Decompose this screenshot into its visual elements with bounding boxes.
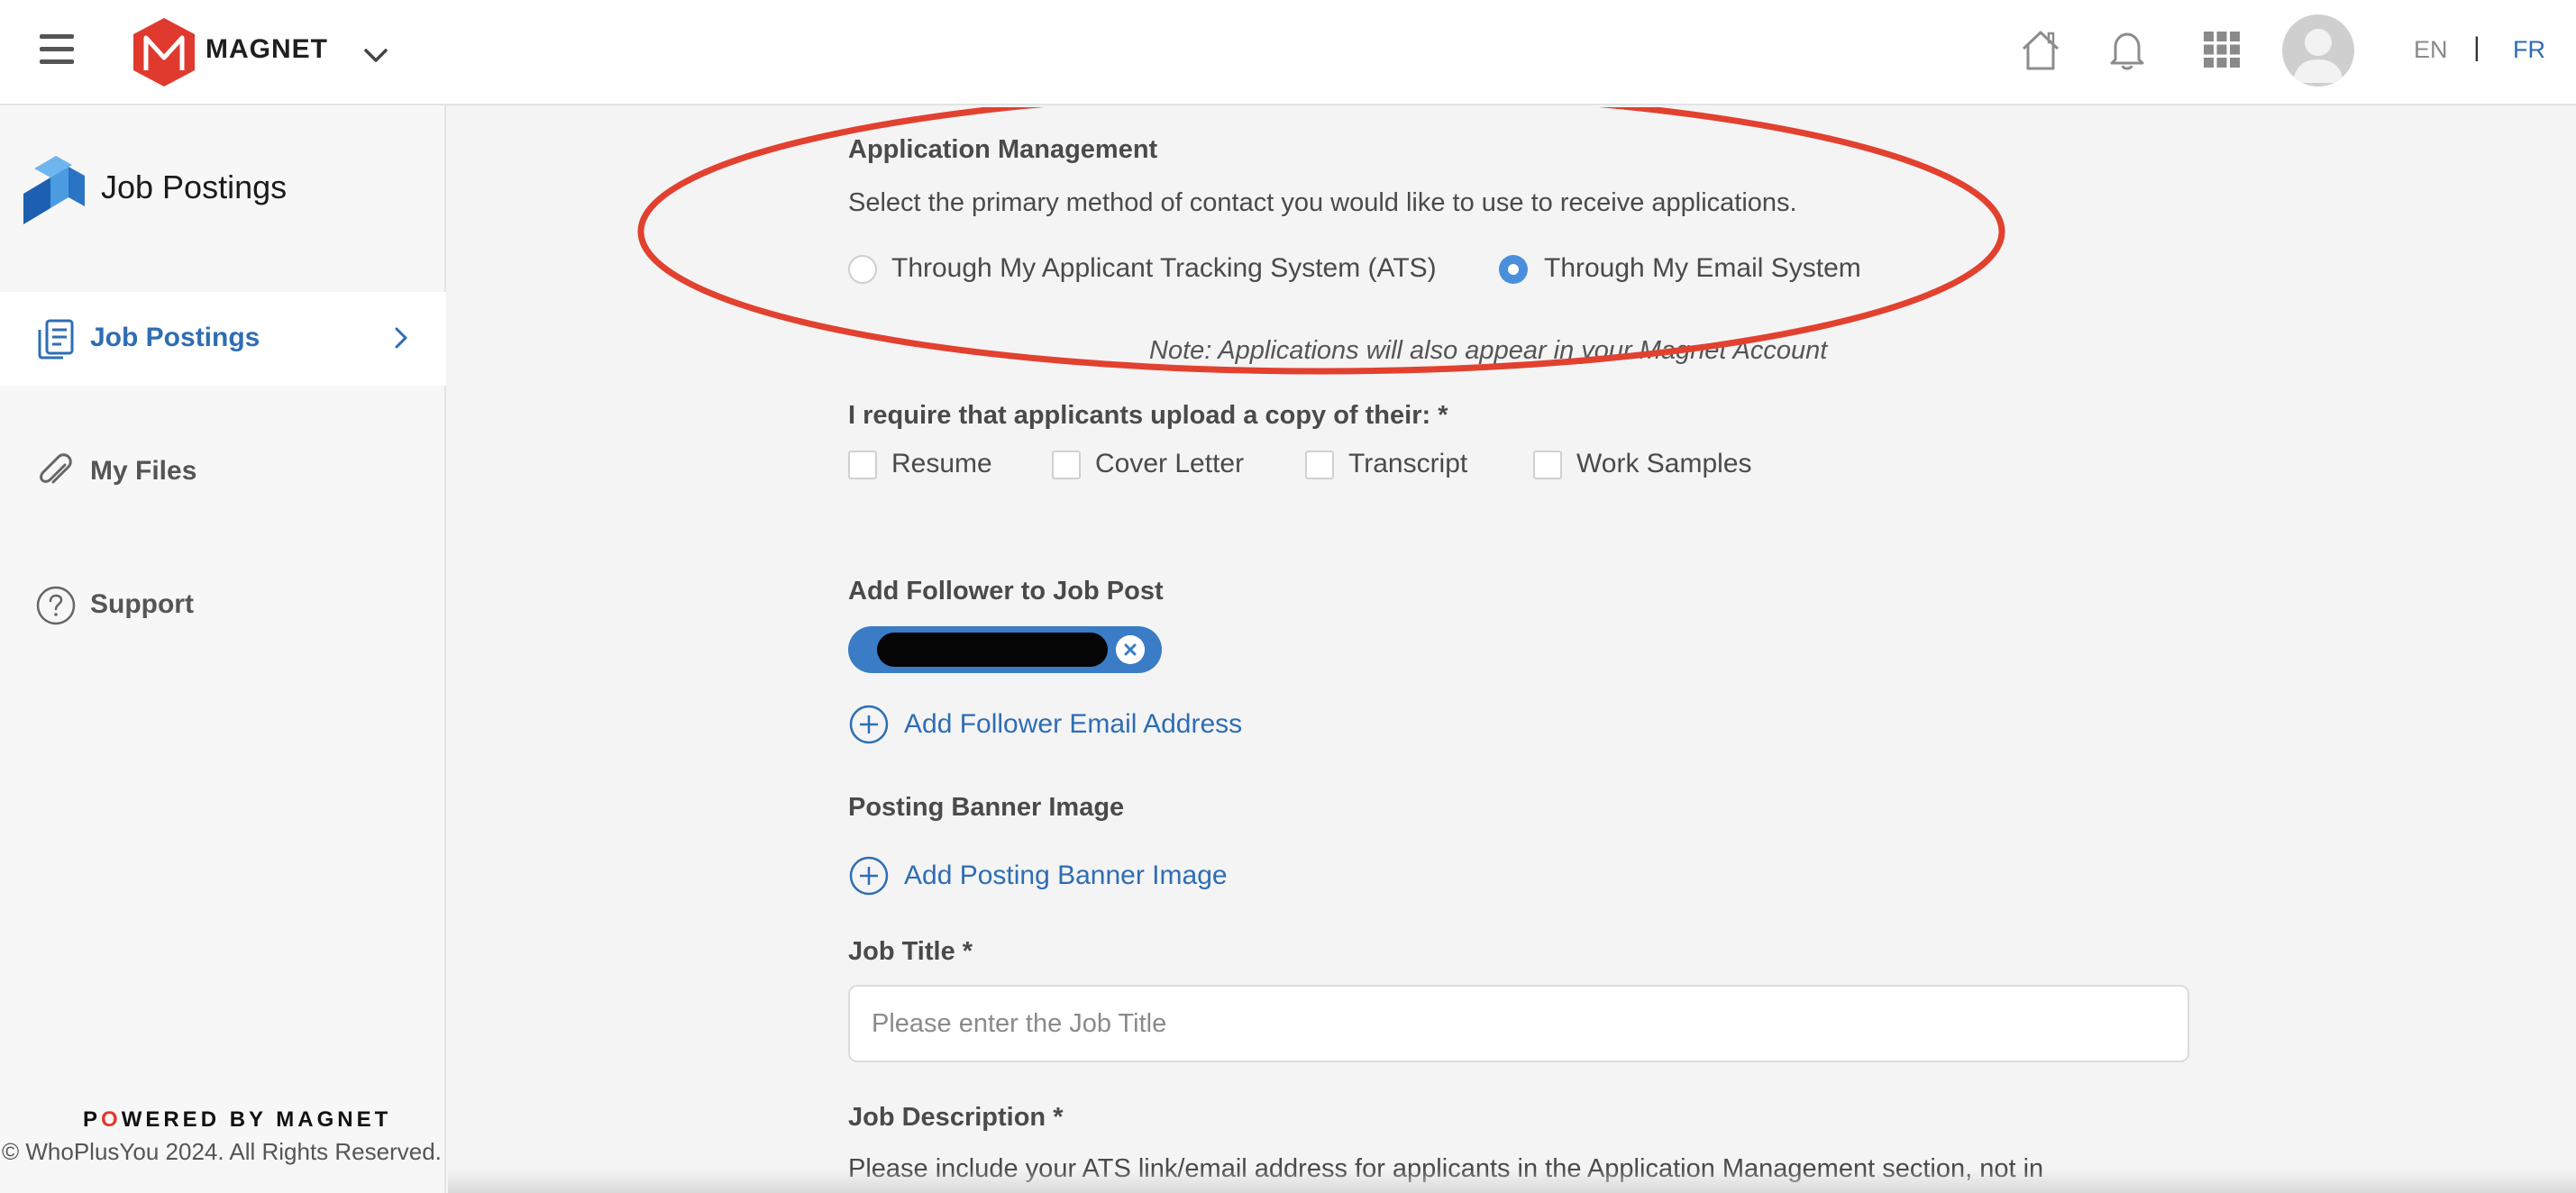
add-follower-email-label: Add Follower Email Address xyxy=(904,709,1243,739)
sidebar-item-support[interactable]: Support xyxy=(0,559,446,652)
job-title-heading: Job Title * xyxy=(848,937,973,966)
checkbox-resume[interactable] xyxy=(848,451,877,479)
radio-ats-label[interactable]: Through My Applicant Tracking System (AT… xyxy=(891,253,1437,284)
user-silhouette-icon xyxy=(2293,29,2343,83)
avatar[interactable] xyxy=(2282,14,2354,87)
brand-name[interactable]: MAGNET xyxy=(206,34,328,65)
sidebar-item-label: Job Postings xyxy=(90,323,260,352)
application-management-description: Select the primary method of contact you… xyxy=(848,188,1797,217)
add-circle-icon xyxy=(849,856,889,896)
add-circle-icon xyxy=(849,705,889,744)
sidebar-item-my-files[interactable]: My Files xyxy=(0,425,446,519)
remove-follower-icon[interactable] xyxy=(1116,635,1145,664)
home-icon[interactable] xyxy=(2016,25,2065,74)
scroll-fade xyxy=(448,1170,2576,1193)
posting-banner-heading: Posting Banner Image xyxy=(848,793,1125,822)
add-follower-heading: Add Follower to Job Post xyxy=(848,577,1164,606)
radio-ats[interactable] xyxy=(848,255,877,284)
top-bar: MAGNET EN | FR xyxy=(0,0,2576,105)
applications-note: Note: Applications will also appear in y… xyxy=(1149,336,1828,365)
document-icon xyxy=(38,319,74,360)
checkbox-transcript-label[interactable]: Transcript xyxy=(1348,449,1467,479)
sidebar-item-label: My Files xyxy=(90,456,197,486)
sidebar: Job Postings Job Postings My Files Suppo… xyxy=(0,105,446,1193)
copyright: © WhoPlusYou 2024. All Rights Reserved. xyxy=(2,1138,442,1165)
lang-separator: | xyxy=(2473,32,2480,62)
upload-requirement-heading: I require that applicants upload a copy … xyxy=(848,401,1448,430)
magnet-logo-icon[interactable] xyxy=(130,16,198,88)
job-title-input[interactable] xyxy=(848,985,2189,1062)
job-postings-logo-icon xyxy=(23,156,85,224)
powered-by-magnet: POWERED BY MAGNET xyxy=(83,1107,392,1132)
add-posting-banner-label: Add Posting Banner Image xyxy=(904,861,1228,890)
app-title: Job Postings xyxy=(101,168,288,205)
lang-fr-button[interactable]: FR xyxy=(2513,36,2545,64)
bell-icon[interactable] xyxy=(2103,25,2151,74)
radio-email[interactable] xyxy=(1499,255,1528,284)
checkbox-cover-letter-label[interactable]: Cover Letter xyxy=(1095,449,1244,479)
radio-email-label[interactable]: Through My Email System xyxy=(1544,253,1861,284)
checkbox-work-samples[interactable] xyxy=(1533,451,1562,479)
apps-grid-icon[interactable] xyxy=(2197,25,2246,74)
job-description-heading: Job Description * xyxy=(848,1103,1064,1132)
add-follower-email-button[interactable]: Add Follower Email Address xyxy=(848,704,1263,747)
paperclip-icon xyxy=(40,453,72,484)
sidebar-item-label: Support xyxy=(90,589,194,619)
checkbox-transcript[interactable] xyxy=(1305,451,1334,479)
checkbox-cover-letter[interactable] xyxy=(1052,451,1081,479)
chevron-right-icon xyxy=(395,327,407,349)
menu-icon[interactable] xyxy=(40,34,74,65)
add-posting-banner-button[interactable]: Add Posting Banner Image xyxy=(848,855,1254,898)
redacted-follower-email xyxy=(877,633,1108,667)
main-content: Application Management Select the primar… xyxy=(448,107,2576,1193)
application-management-heading: Application Management xyxy=(848,135,1158,164)
help-icon xyxy=(36,586,76,625)
follower-chip xyxy=(848,626,1162,673)
checkbox-resume-label[interactable]: Resume xyxy=(891,449,992,479)
lang-en-button[interactable]: EN xyxy=(2414,36,2448,64)
sidebar-item-job-postings[interactable]: Job Postings xyxy=(0,292,446,386)
checkbox-work-samples-label[interactable]: Work Samples xyxy=(1576,449,1752,479)
chevron-down-icon[interactable] xyxy=(361,40,391,70)
